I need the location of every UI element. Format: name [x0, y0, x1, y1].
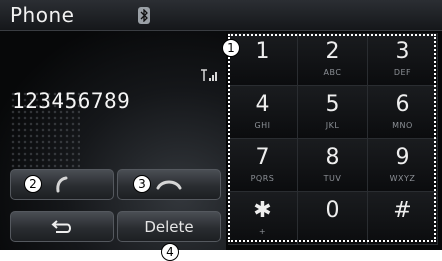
key-letters: ABC [323, 68, 342, 77]
key-digit: 0 [325, 198, 340, 223]
end-call-icon [156, 180, 182, 189]
back-arrow-icon [51, 219, 71, 233]
key-digit: # [393, 198, 412, 223]
keypad-key-2[interactable]: 2 ABC [298, 33, 368, 86]
signal-strength-icon [201, 69, 217, 81]
title-bar: Phone [0, 0, 442, 31]
call-handset-icon [56, 176, 68, 192]
dial-keypad: 1 2 ABC 3 DEF 4 GHI 5 JKL 6 MNO 7 PQRS 8 [226, 31, 442, 250]
keypad-key-9[interactable]: 9 WXYZ [368, 139, 438, 192]
key-digit: 4 [255, 92, 270, 117]
keypad-key-4[interactable]: 4 GHI [228, 86, 298, 139]
keypad-key-0[interactable]: 0 [298, 192, 368, 245]
key-digit: 2 [325, 39, 340, 64]
key-digit: ✱ [253, 198, 272, 223]
dialed-number: 123456789 [12, 89, 131, 113]
back-button[interactable] [10, 211, 114, 242]
key-letters: PQRS [250, 174, 275, 183]
key-digit: 9 [395, 145, 410, 170]
key-digit: 8 [325, 145, 340, 170]
key-letters: GHI [254, 121, 271, 130]
keypad-key-5[interactable]: 5 JKL [298, 86, 368, 139]
key-digit: 3 [395, 39, 410, 64]
key-digit: 5 [325, 92, 340, 117]
delete-button[interactable]: Delete [117, 211, 221, 242]
callout-marker-delete: 4 [161, 243, 179, 261]
key-letters: WXYZ [389, 174, 416, 183]
key-digit: 6 [395, 92, 410, 117]
dial-display-area: 123456789 Delete [0, 31, 226, 250]
keypad-key-hash[interactable]: # [368, 192, 438, 245]
keypad-key-3[interactable]: 3 DEF [368, 33, 438, 86]
bluetooth-icon [138, 7, 150, 24]
keypad-key-6[interactable]: 6 MNO [368, 86, 438, 139]
key-digit: 7 [255, 145, 270, 170]
keypad-key-8[interactable]: 8 TUV [298, 139, 368, 192]
callout-marker-keypad: 1 [222, 39, 240, 57]
keypad-key-star[interactable]: ✱ + [228, 192, 298, 245]
phone-screen: Phone 123456789 Delete 1 2 ABC 3 DEF 4 G… [0, 0, 442, 250]
key-letters: + [258, 227, 267, 236]
key-letters: TUV [323, 174, 342, 183]
key-letters: JKL [325, 121, 340, 130]
key-letters: DEF [393, 68, 412, 77]
keypad-key-7[interactable]: 7 PQRS [228, 139, 298, 192]
key-letters: MNO [392, 121, 413, 130]
page-title: Phone [10, 3, 75, 27]
keypad-key-1[interactable]: 1 [228, 33, 298, 86]
callout-marker-end: 3 [133, 175, 151, 193]
callout-marker-call: 2 [24, 175, 42, 193]
